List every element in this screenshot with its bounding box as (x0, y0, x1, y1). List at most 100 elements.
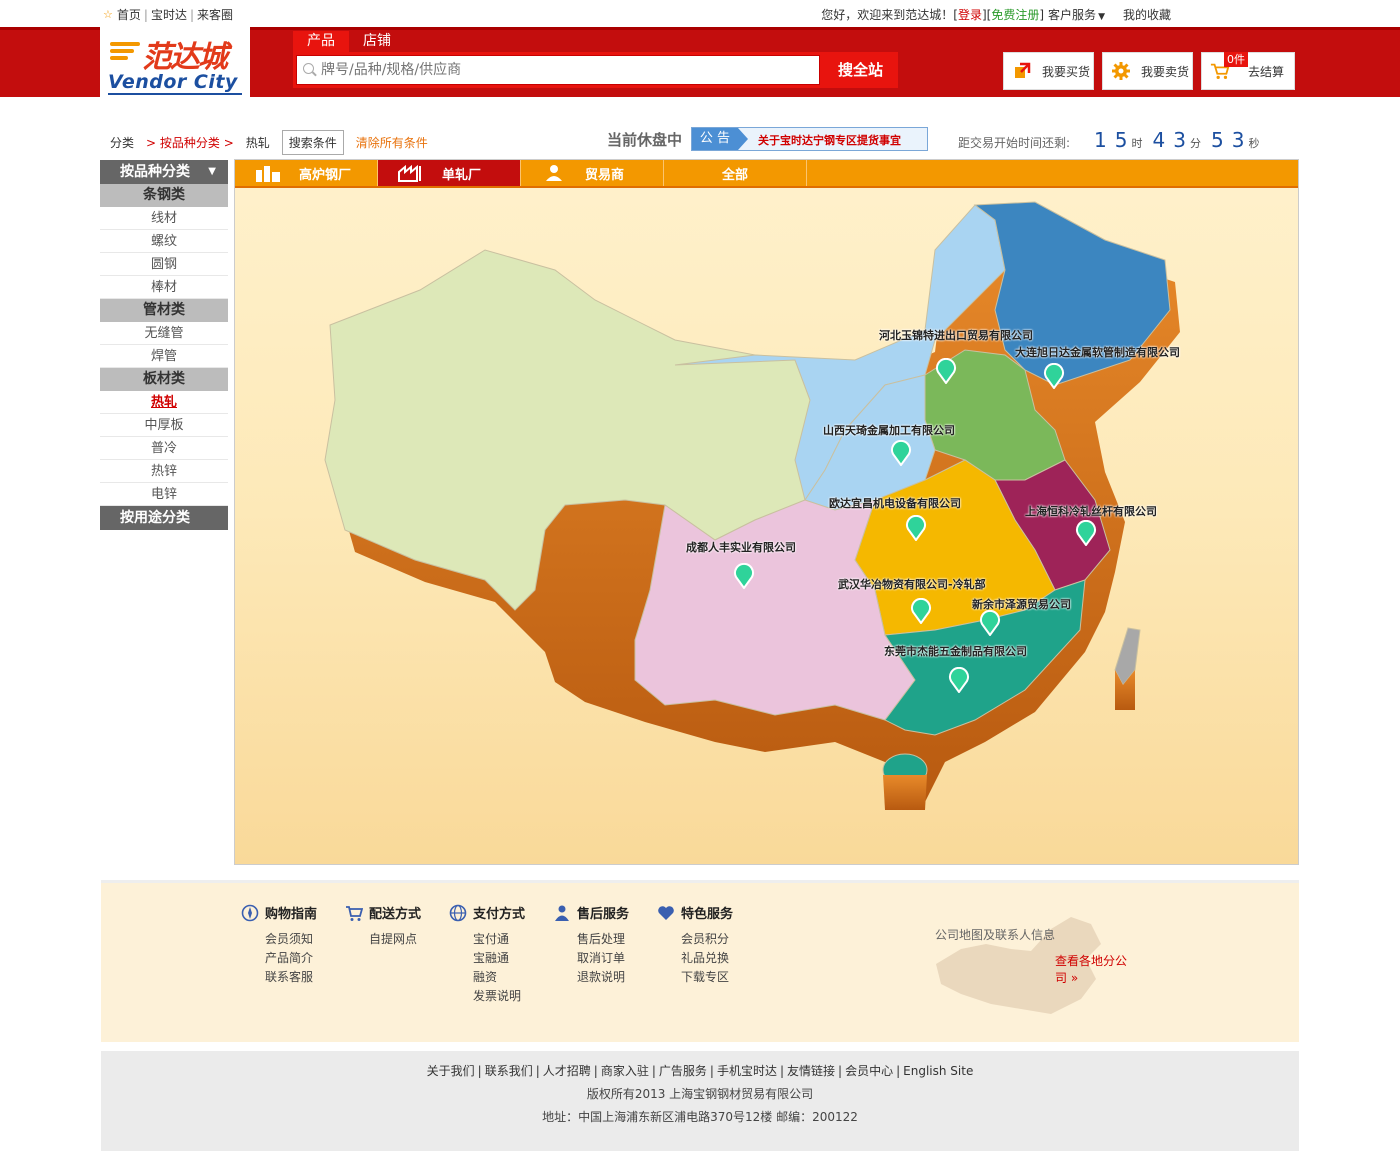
tab-all[interactable]: 全部 (664, 160, 807, 186)
map-pin-icon[interactable] (1043, 363, 1065, 389)
copyright-text: 版权所有2013 上海宝钢钢材贸易有限公司 (586, 1087, 814, 1101)
tab-single-rolling[interactable]: 单轧厂 (378, 160, 521, 186)
sidebar-group-bar[interactable]: 条钢类 (100, 184, 228, 207)
map-pin-icon[interactable] (1075, 520, 1097, 546)
footer-link[interactable]: 手机宝时达 (717, 1064, 777, 1078)
sidebar-item[interactable]: 电锌 (100, 483, 228, 506)
home-link[interactable]: 首页 (117, 6, 141, 23)
footer-link[interactable]: 友情链接 (787, 1064, 835, 1078)
service-col-featured: 特色服务 会员积分 礼品兑换 下载专区 (657, 903, 733, 987)
search-input[interactable] (296, 55, 820, 85)
pin-label-shanghai[interactable]: 上海恒科冷轧丝杆有限公司 (1025, 503, 1157, 519)
footer-link[interactable]: 广告服务 (659, 1064, 707, 1078)
supplier-map: 高炉钢厂 单轧厂 贸易商 全部 河北玉锦特进出口贸易有限公司 大连旭日达金属软管… (234, 159, 1299, 865)
service-link[interactable]: 下载专区 (657, 968, 733, 987)
footer-link[interactable]: 联系我们 (485, 1064, 533, 1078)
sidebar-item[interactable]: 线材 (100, 207, 228, 230)
footer-link[interactable]: 商家入驻 (601, 1064, 649, 1078)
clear-conditions-link[interactable]: 清除所有条件 (356, 134, 428, 151)
service-link[interactable]: 发票说明 (449, 987, 525, 1006)
sidebar-item[interactable]: 普冷 (100, 437, 228, 460)
favorites-link[interactable]: 我的收藏 (1123, 6, 1171, 23)
pin-label-wuhan[interactable]: 武汉华冶物资有限公司-冷轧部 (838, 576, 986, 592)
service-col-aftersales: 售后服务 售后处理 取消订单 退款说明 (553, 903, 629, 987)
checkout-label: 去结算 (1248, 64, 1285, 79)
service-link[interactable]: 售后处理 (553, 930, 629, 949)
unit-minute: 分 (1189, 137, 1201, 150)
pin-label-yichang[interactable]: 欧达宜昌机电设备有限公司 (829, 495, 961, 511)
top-right-links: 您好，欢迎来到范达城！ [登录] [免费注册] 客户服务 ▼ 我的收藏 (821, 6, 1171, 23)
sidebar-item[interactable]: 棒材 (100, 276, 228, 299)
countdown-hour-digit: 1 (1094, 128, 1107, 152)
search-area: 产品 店铺 搜全站 (293, 31, 898, 88)
login-link[interactable]: 登录 (958, 6, 982, 23)
footer-link[interactable]: English Site (903, 1064, 973, 1078)
tab-blast-furnace[interactable]: 高炉钢厂 (235, 160, 378, 186)
sidebar-header[interactable]: 按品种分类 ▼ (100, 160, 228, 184)
search-all-button[interactable]: 搜全站 (823, 52, 898, 88)
compass-icon (241, 904, 259, 921)
service-link[interactable]: 礼品兑换 (657, 949, 733, 968)
sidebar-item[interactable]: 中厚板 (100, 414, 228, 437)
map-pin-icon[interactable] (948, 667, 970, 693)
region-taiwan (1114, 627, 1141, 686)
sidebar-item-active[interactable]: 热轧 (100, 391, 228, 414)
tab-traders[interactable]: 贸易商 (521, 160, 664, 186)
service-link[interactable]: 退款说明 (553, 968, 629, 987)
map-pin-icon[interactable] (935, 358, 957, 384)
service-link[interactable]: 宝付通 (449, 930, 525, 949)
service-link[interactable]: 取消订单 (553, 949, 629, 968)
address-text: 地址：中国上海浦东新区浦电路370号12楼 邮编：200122 (542, 1110, 858, 1124)
breadcrumb-category[interactable]: > 按品种分类 > (146, 134, 234, 151)
pin-label-hebei[interactable]: 河北玉锦特进出口贸易有限公司 (879, 327, 1033, 343)
trade-countdown: 距交易开始时间还剩: 1 5 时 4 3 分 5 3 秒 (958, 128, 1265, 152)
star-icon: ☆ (103, 8, 113, 21)
service-link[interactable]: 产品简介 (241, 949, 317, 968)
top-utility-bar: ☆ 首页 | 宝时达 | 来客圈 您好，欢迎来到范达城！ [登录] [免费注册]… (0, 0, 1400, 27)
service-link[interactable]: 宝融通 (449, 949, 525, 968)
footer-link[interactable]: 关于我们 (427, 1064, 475, 1078)
checkout-button[interactable]: 0件 去结算 (1201, 52, 1295, 90)
service-link[interactable]: 会员须知 (241, 930, 317, 949)
map-pin-icon[interactable] (905, 515, 927, 541)
pin-label-chengdu[interactable]: 成都人丰实业有限公司 (686, 539, 796, 555)
map-pin-icon[interactable] (733, 563, 755, 589)
service-link[interactable]: 联系客服 (241, 968, 317, 987)
pin-label-dongguan[interactable]: 东莞市杰能五金制品有限公司 (884, 643, 1027, 659)
map-tabs: 高炉钢厂 单轧厂 贸易商 全部 (235, 160, 1298, 188)
footer-link[interactable]: 人才招聘 (543, 1064, 591, 1078)
baoshida-link[interactable]: 宝时达 (151, 6, 187, 23)
footer-link[interactable]: 会员中心 (845, 1064, 893, 1078)
service-link[interactable]: 自提网点 (345, 930, 421, 949)
sidebar-item[interactable]: 无缝管 (100, 322, 228, 345)
sidebar-item[interactable]: 焊管 (100, 345, 228, 368)
register-link[interactable]: 免费注册 (991, 6, 1039, 23)
map-pin-icon[interactable] (890, 440, 912, 466)
map-pin-icon[interactable] (910, 598, 932, 624)
notice-text[interactable]: 关于宝时达宁钢专区提货事宜 (758, 132, 901, 148)
branch-offices-link[interactable]: 查看各地分公司 » (1055, 952, 1131, 986)
search-box (293, 52, 823, 88)
service-title: 特色服务 (681, 907, 734, 922)
search-tab-products[interactable]: 产品 (293, 31, 349, 52)
notice-bar[interactable]: 公 告 关于宝时达宁钢专区提货事宜 (691, 127, 928, 151)
service-link[interactable]: 会员积分 (657, 930, 733, 949)
sell-button[interactable]: 我要卖货 (1102, 52, 1193, 90)
pin-label-dalian[interactable]: 大连旭日达金属软管制造有限公司 (1015, 344, 1180, 360)
sidebar-header-label: 按品种分类 (120, 164, 190, 180)
pin-label-shanxi[interactable]: 山西天琦金属加工有限公司 (823, 422, 955, 438)
sidebar-item[interactable]: 热锌 (100, 460, 228, 483)
customer-service-menu[interactable]: 客户服务 ▼ (1048, 6, 1105, 23)
map-pin-icon[interactable] (979, 610, 1001, 636)
site-logo[interactable]: 范达城 Vendor City (100, 27, 250, 97)
buy-button[interactable]: 我要买货 (1003, 52, 1094, 90)
sidebar-item[interactable]: 圆钢 (100, 253, 228, 276)
sidebar-group-pipe[interactable]: 管材类 (100, 299, 228, 322)
sidebar-group-plate[interactable]: 板材类 (100, 368, 228, 391)
search-tab-shops[interactable]: 店铺 (349, 31, 405, 52)
countdown-second-digit: 5 (1210, 128, 1224, 152)
service-link[interactable]: 融资 (449, 968, 525, 987)
sidebar-usage-header[interactable]: 按用途分类 (100, 506, 228, 530)
sidebar-item[interactable]: 螺纹 (100, 230, 228, 253)
laikequan-link[interactable]: 来客圈 (197, 6, 233, 23)
